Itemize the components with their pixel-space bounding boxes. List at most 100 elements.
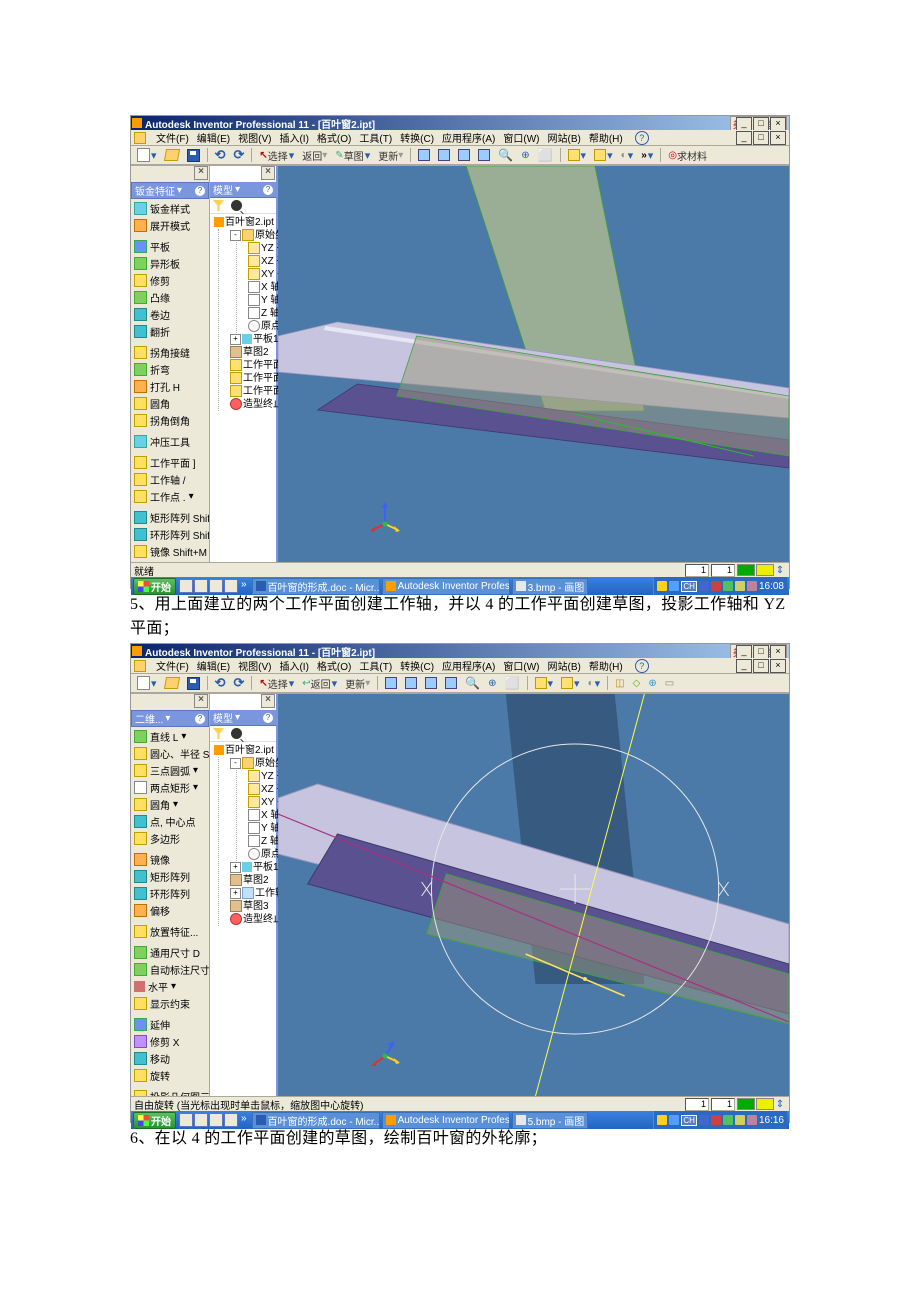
tool-offset[interactable]: 偏移 bbox=[132, 902, 208, 919]
pan-button[interactable] bbox=[443, 676, 459, 690]
sketch-snap-button[interactable]: ◇ bbox=[631, 676, 643, 690]
tool-circ-pattern[interactable]: 环形阵列 Shift+ bbox=[132, 526, 208, 543]
menu-file[interactable]: 文件(F) bbox=[156, 658, 189, 673]
graphics-canvas[interactable] bbox=[278, 694, 789, 1096]
tray-icon[interactable] bbox=[735, 581, 745, 591]
browser-help-icon[interactable]: ? bbox=[263, 713, 273, 723]
zoom-window-button[interactable] bbox=[403, 676, 419, 690]
save-button[interactable] bbox=[185, 676, 202, 690]
shadow-button[interactable]: ▾ bbox=[559, 676, 582, 690]
tray-icon[interactable] bbox=[723, 581, 733, 591]
panel-close-button[interactable]: × bbox=[194, 694, 208, 708]
ql-icon[interactable] bbox=[224, 1113, 238, 1127]
lang-indicator[interactable]: CH bbox=[681, 581, 697, 592]
tray-icon[interactable] bbox=[669, 1115, 679, 1125]
tool-chamfer[interactable]: 拐角倒角 bbox=[132, 412, 208, 429]
graphics-canvas[interactable] bbox=[278, 166, 789, 562]
maximize-button[interactable]: □ bbox=[753, 117, 769, 131]
tray-icon[interactable] bbox=[747, 1115, 757, 1125]
tray-icon[interactable] bbox=[711, 1115, 721, 1125]
start-button[interactable]: 开始 bbox=[133, 578, 176, 595]
ql-icon[interactable] bbox=[224, 579, 238, 593]
camera-button[interactable]: ◐▾ bbox=[586, 676, 603, 690]
browser-close-button[interactable]: × bbox=[261, 166, 275, 180]
maximize-button[interactable]: □ bbox=[753, 645, 769, 659]
new-button[interactable]: ▾ bbox=[135, 148, 159, 162]
view-cube-button[interactable]: ⬜ bbox=[503, 676, 522, 690]
clock[interactable]: 16:16 bbox=[759, 1115, 784, 1126]
taskbar-task-paint[interactable]: 3.bmp - 画图 bbox=[512, 578, 589, 595]
child-close-button[interactable]: × bbox=[770, 131, 786, 145]
tool-point[interactable]: 点, 中心点 bbox=[132, 813, 208, 830]
shadow-button[interactable]: ▾ bbox=[592, 148, 615, 162]
tool-fold[interactable]: 翻折 bbox=[132, 323, 208, 340]
menu-convert[interactable]: 转换(C) bbox=[400, 130, 434, 145]
menu-file[interactable]: 文件(F) bbox=[156, 130, 189, 145]
pan-button[interactable] bbox=[476, 148, 492, 162]
taskbar-task-word[interactable]: 百叶窗的形成.doc - Micr... bbox=[252, 1112, 380, 1129]
menu-window[interactable]: 窗口(W) bbox=[503, 130, 539, 145]
look-at-button[interactable]: ⊕ bbox=[486, 676, 498, 690]
filter-icon[interactable] bbox=[213, 728, 224, 739]
help-icon[interactable]: ? bbox=[635, 131, 649, 145]
browser-close-button[interactable]: × bbox=[261, 694, 275, 708]
close-button[interactable]: × bbox=[770, 645, 786, 659]
sketch-grid-button[interactable]: ◫ bbox=[613, 676, 626, 690]
lang-indicator[interactable]: CH bbox=[681, 1115, 697, 1126]
tool-sheetmetal-style[interactable]: 钣金样式 bbox=[132, 200, 208, 217]
menu-app[interactable]: 应用程序(A) bbox=[442, 658, 495, 673]
tool-rect-pattern[interactable]: 矩形阵列 Shift+ bbox=[132, 509, 208, 526]
panel-header[interactable]: 钣金特征 ▾? bbox=[131, 182, 209, 199]
child-minimize-button[interactable]: _ bbox=[736, 131, 752, 145]
child-maximize-button[interactable]: □ bbox=[753, 659, 769, 673]
menu-format[interactable]: 格式(O) bbox=[317, 658, 351, 673]
find-icon[interactable] bbox=[231, 200, 242, 211]
redo-button[interactable]: ⟳ bbox=[231, 676, 246, 690]
menu-tools[interactable]: 工具(T) bbox=[359, 130, 392, 145]
open-button[interactable] bbox=[163, 676, 181, 690]
menu-format[interactable]: 格式(O) bbox=[317, 130, 351, 145]
undo-button[interactable]: ⟲ bbox=[213, 148, 228, 162]
redo-button[interactable]: ⟳ bbox=[231, 148, 246, 162]
tool-flange[interactable]: 凸缘 bbox=[132, 289, 208, 306]
zoom-button[interactable] bbox=[456, 148, 472, 162]
taskbar-task-inventor[interactable]: Autodesk Inventor Profes... bbox=[382, 578, 510, 595]
panel-header[interactable]: 二维... ▾? bbox=[131, 710, 209, 727]
sketch-ruler-button[interactable]: ▭ bbox=[663, 676, 676, 690]
tray-icon[interactable] bbox=[699, 581, 709, 591]
tray-icon[interactable] bbox=[735, 1115, 745, 1125]
menu-site[interactable]: 网站(B) bbox=[548, 658, 581, 673]
shaded-button[interactable]: ▾ bbox=[533, 676, 556, 690]
zoom-button[interactable] bbox=[423, 676, 439, 690]
select-button[interactable]: ↖选择▾ bbox=[257, 676, 296, 690]
start-button[interactable]: 开始 bbox=[133, 1112, 176, 1129]
ql-overflow[interactable]: » bbox=[239, 579, 249, 593]
menu-view[interactable]: 视图(V) bbox=[238, 658, 271, 673]
menu-convert[interactable]: 转换(C) bbox=[400, 658, 434, 673]
panel-help-icon[interactable]: ? bbox=[195, 186, 205, 196]
tool-hem[interactable]: 卷边 bbox=[132, 306, 208, 323]
tray-icon[interactable] bbox=[699, 1115, 709, 1125]
tool-workpoint[interactable]: 工作点 .▾ bbox=[132, 488, 208, 505]
tool-project[interactable]: 投影几何图元▾ bbox=[132, 1088, 208, 1096]
more-button[interactable]: »▾ bbox=[639, 148, 655, 162]
zoom-all-button[interactable] bbox=[383, 676, 399, 690]
tool-contour-flange[interactable]: 异形板 bbox=[132, 255, 208, 272]
tool-rotate[interactable]: 旋转 bbox=[132, 1067, 208, 1084]
tool-circle[interactable]: 圆心、半径 Shi bbox=[132, 745, 208, 762]
ql-icon[interactable] bbox=[179, 1113, 193, 1127]
undo-button[interactable]: ⟲ bbox=[213, 676, 228, 690]
orbit-button[interactable]: 🔍 bbox=[496, 148, 515, 162]
model-tree[interactable]: 百叶窗2.ipt -原始坐标系 YZ 平面 XZ 平面 XY 平面 X 轴 Y … bbox=[210, 214, 276, 413]
camera-button[interactable]: ◐▾ bbox=[619, 148, 636, 162]
look-at-button[interactable]: ⊕ bbox=[519, 148, 531, 162]
menu-help[interactable]: 帮助(H) bbox=[589, 658, 623, 673]
tool-move[interactable]: 移动 bbox=[132, 1050, 208, 1067]
model-tree[interactable]: 百叶窗2.ipt -原始坐标系 YZ 平面 XZ 平面 XY 平面 X 轴 Y … bbox=[210, 742, 276, 928]
shaded-button[interactable]: ▾ bbox=[566, 148, 589, 162]
zoom-all-button[interactable] bbox=[416, 148, 432, 162]
tool-arc[interactable]: 三点圆弧▾ bbox=[132, 762, 208, 779]
child-close-button[interactable]: × bbox=[770, 659, 786, 673]
save-button[interactable] bbox=[185, 148, 202, 162]
tray-icon[interactable] bbox=[657, 581, 667, 591]
